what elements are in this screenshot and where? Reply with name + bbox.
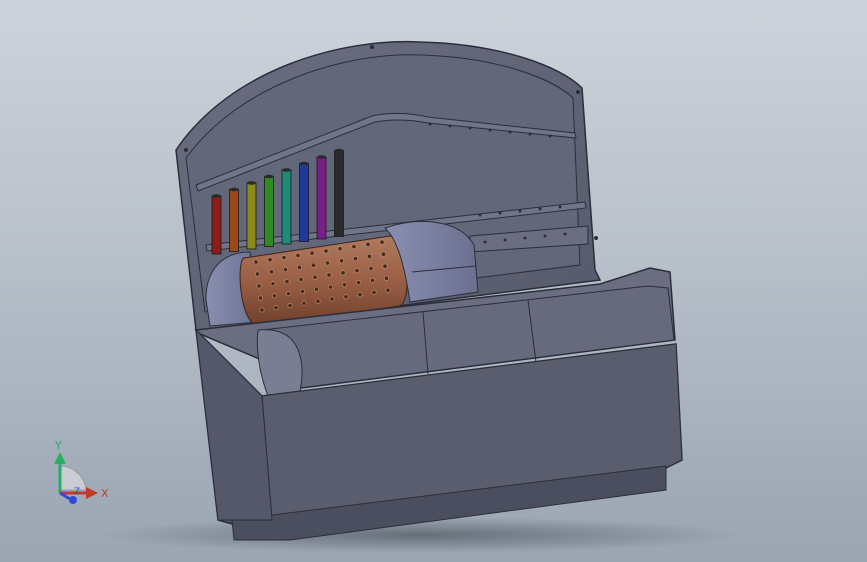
- drum-hole: [323, 248, 329, 254]
- drum-hole: [253, 259, 259, 265]
- drum-hole: [309, 250, 315, 256]
- drum-hole: [268, 269, 274, 275]
- drum-hole: [282, 267, 288, 273]
- drum-hole: [296, 264, 302, 270]
- rod-cap: [247, 181, 256, 185]
- drum-hole: [326, 272, 332, 278]
- drum-hole: [341, 282, 347, 288]
- drum-hole: [368, 265, 374, 271]
- z-axis-tip: [69, 496, 77, 504]
- drum-hole: [301, 300, 307, 306]
- colored-rod: [334, 150, 344, 237]
- drum-hole: [267, 257, 273, 263]
- drum-hole: [337, 246, 343, 252]
- drum-hole: [324, 260, 330, 266]
- y-axis-label: Y: [54, 439, 62, 452]
- drum-hole: [383, 275, 389, 281]
- drum-hole: [352, 256, 358, 262]
- colored-rod: [281, 169, 292, 245]
- rod-cap: [212, 194, 221, 198]
- drum-hole: [327, 284, 333, 290]
- drum-hole: [255, 271, 261, 277]
- drum-hole: [351, 244, 357, 250]
- drum-hole: [256, 283, 262, 289]
- colored-rod: [316, 156, 327, 240]
- colored-rod: [211, 195, 222, 255]
- drum-hole: [382, 263, 388, 269]
- colored-rod: [264, 176, 274, 247]
- coordinate-triad[interactable]: Y X Z: [40, 438, 120, 518]
- drum-hole: [379, 239, 385, 245]
- drum-hole: [299, 288, 305, 294]
- rod-cap: [282, 168, 291, 172]
- rod-cap: [317, 155, 326, 159]
- drum-hole: [281, 255, 287, 261]
- drum-hole: [355, 280, 361, 286]
- drum-hole: [371, 289, 377, 295]
- rod-cap: [334, 148, 344, 153]
- drum-hole: [357, 292, 363, 298]
- drum-hole: [385, 287, 391, 293]
- drum-hole: [329, 296, 335, 302]
- colored-rod: [246, 182, 257, 250]
- drum-hole: [259, 307, 265, 313]
- colored-rod: [299, 163, 309, 242]
- z-axis-label: Z: [74, 487, 80, 497]
- drum-hole: [312, 274, 318, 280]
- drum-hole: [310, 262, 316, 268]
- rod-cap: [229, 187, 239, 192]
- y-axis-arrow: [54, 452, 66, 464]
- drum-hole: [285, 291, 291, 297]
- drum-hole: [380, 251, 386, 257]
- x-axis-label: X: [101, 487, 109, 500]
- colored-rod: [229, 189, 239, 252]
- drum-hole: [354, 268, 360, 274]
- drum-hole: [343, 294, 349, 300]
- drum-hole: [369, 277, 375, 283]
- x-axis-arrow: [86, 487, 98, 499]
- rod-cap: [264, 174, 274, 179]
- drum-hole: [271, 293, 277, 299]
- drum-hole: [365, 241, 371, 247]
- cad-model-render[interactable]: [0, 0, 867, 562]
- drum-hole: [284, 279, 290, 285]
- drum-hole: [287, 303, 293, 309]
- drum-hole: [270, 281, 276, 287]
- cad-viewport[interactable]: Y X Z: [0, 0, 867, 562]
- drum-hole: [313, 286, 319, 292]
- drum-hole: [298, 276, 304, 282]
- drum-hole: [338, 258, 344, 264]
- drum-hole: [257, 295, 263, 301]
- drum-hole: [315, 298, 321, 304]
- drum-hole: [273, 305, 279, 311]
- drum-hole: [366, 253, 372, 259]
- rod-cap: [299, 161, 309, 166]
- drum-hole: [340, 270, 346, 276]
- triad-plane-arc: [59, 465, 87, 491]
- drum-hole: [295, 252, 301, 258]
